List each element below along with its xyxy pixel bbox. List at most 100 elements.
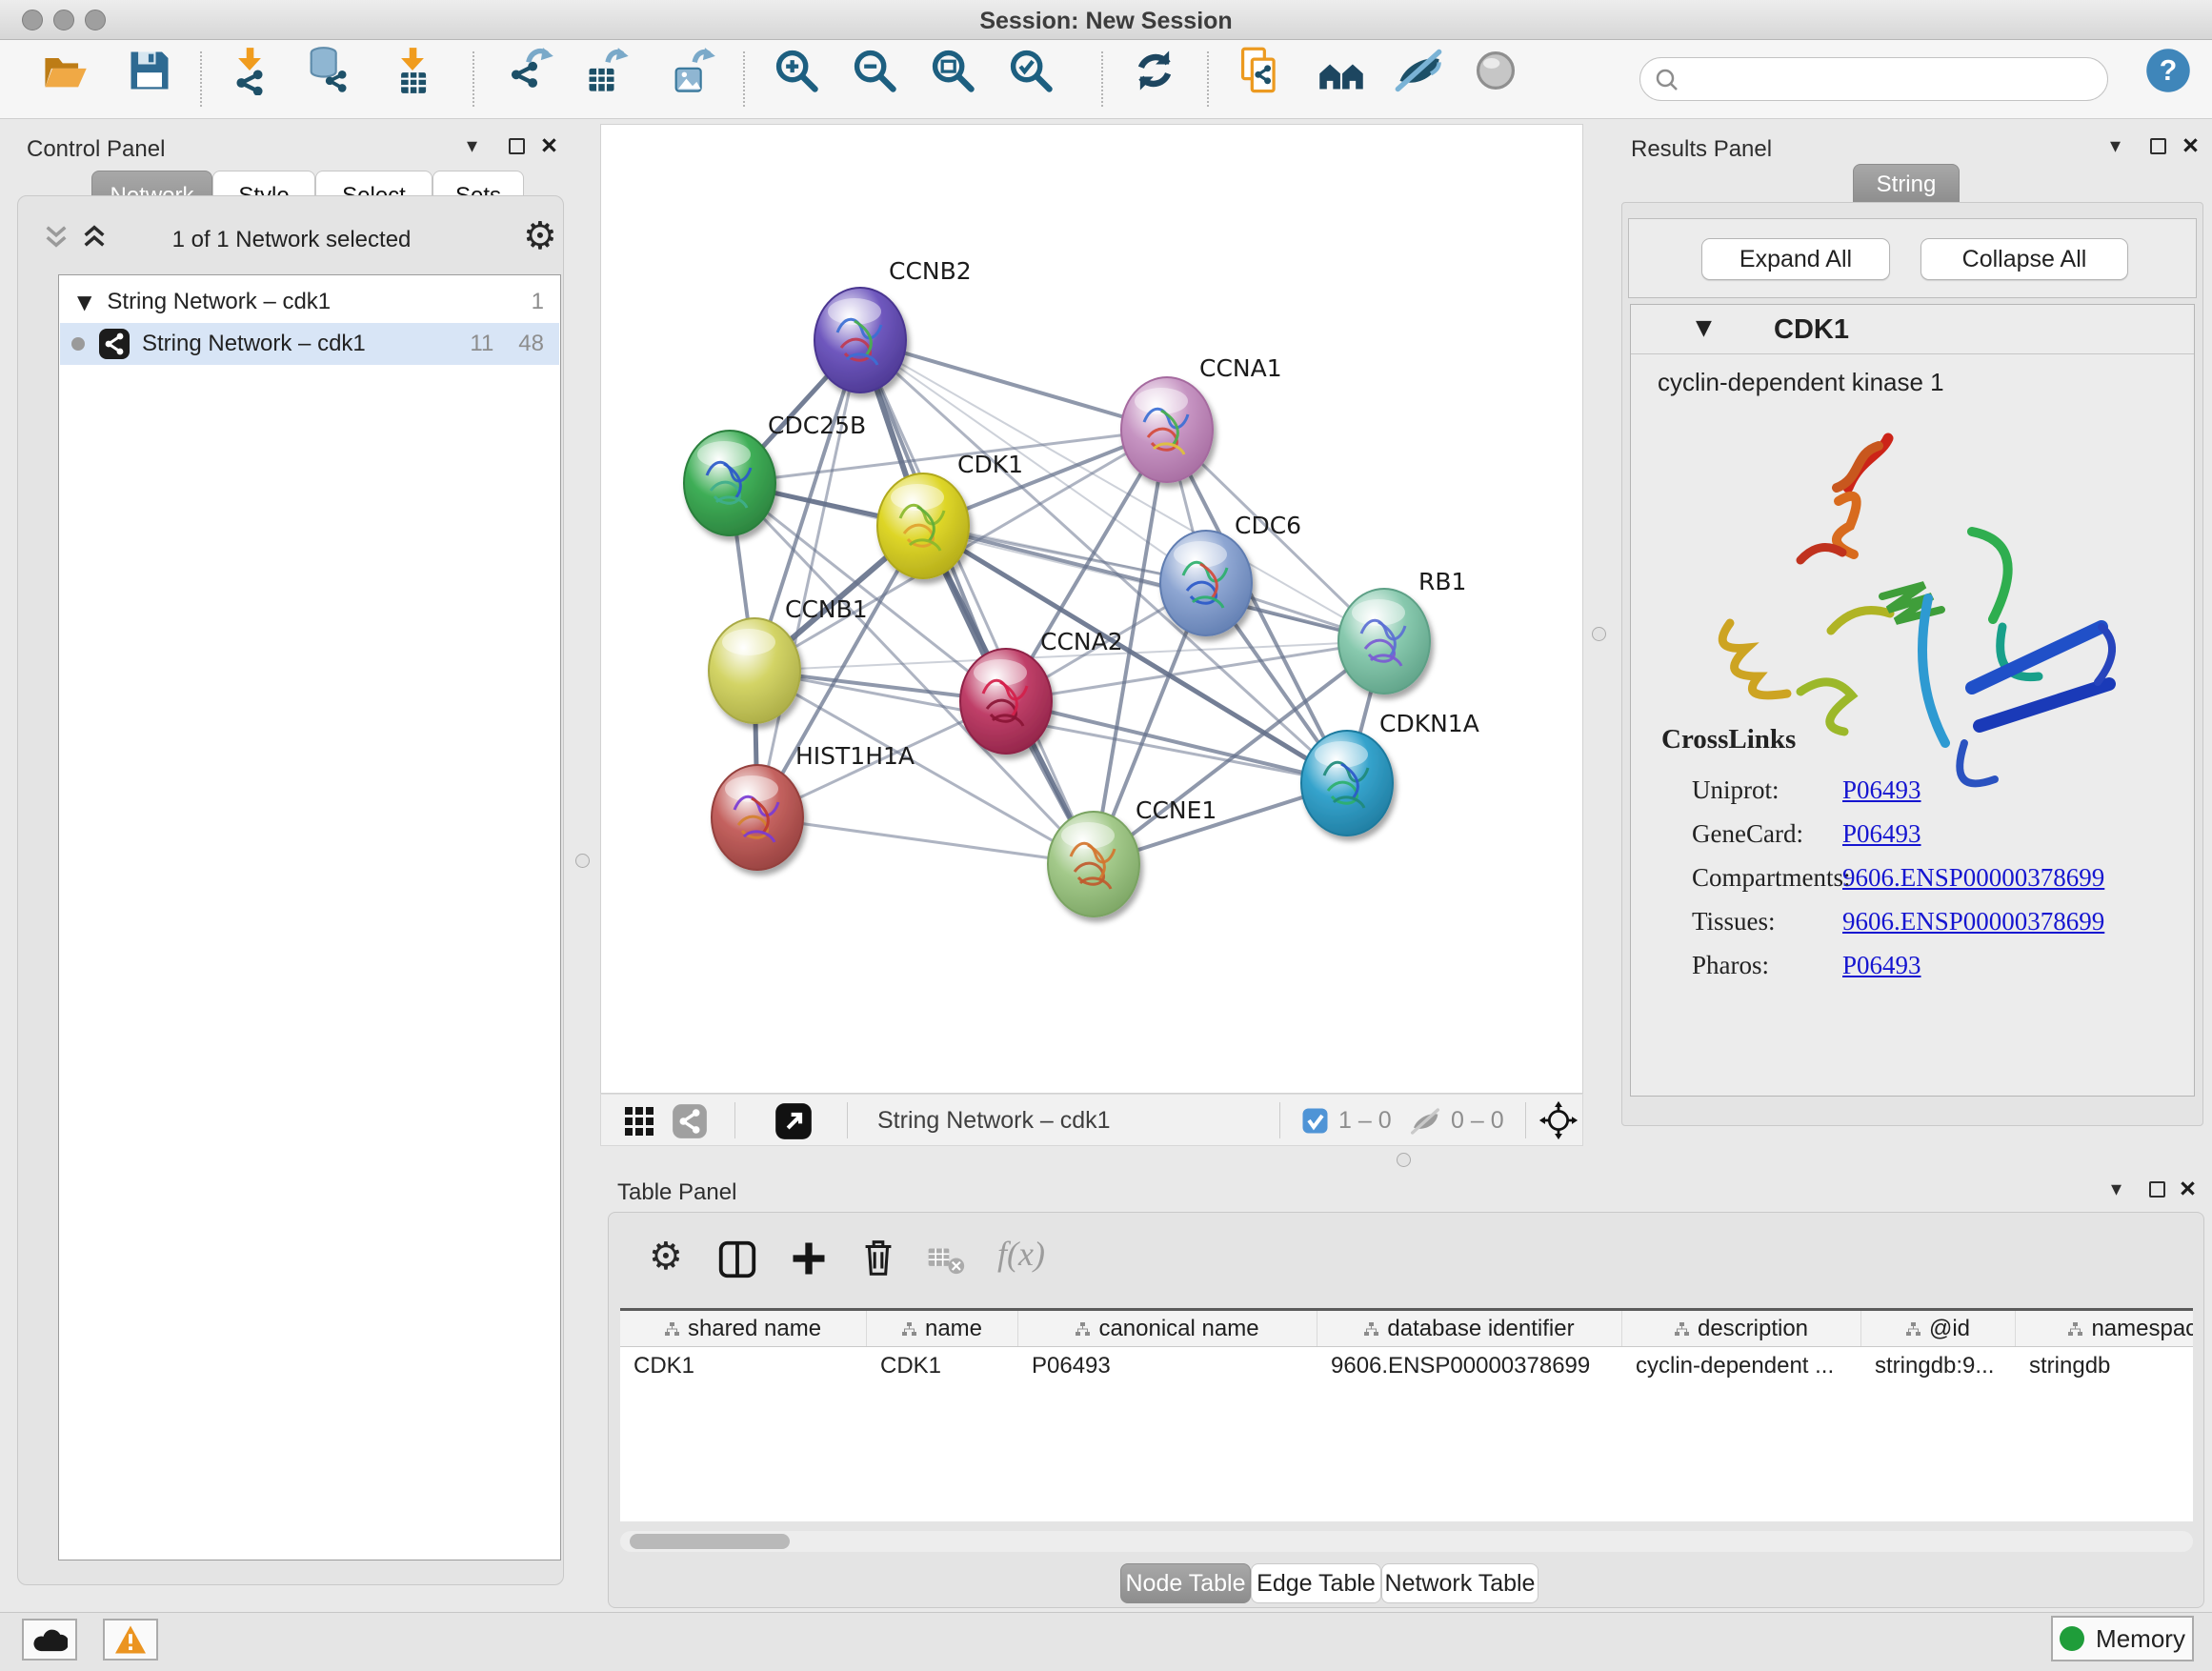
node-label-CDC6: CDC6 xyxy=(1235,512,1301,539)
column-header-database-identifier[interactable]: database identifier xyxy=(1317,1311,1622,1346)
table-panel-close-icon[interactable]: × xyxy=(2180,1179,2196,1198)
control-panel: Control Panel ▾ × Network Style Select S… xyxy=(0,119,581,1615)
clone-network-button[interactable] xyxy=(1236,46,1285,95)
protein-node-RB1[interactable]: RB1 xyxy=(1338,568,1466,694)
collection-count: 1 xyxy=(532,289,544,315)
hide-selected-button[interactable] xyxy=(1394,46,1443,95)
protein-node-CDC25B[interactable]: CDC25B xyxy=(684,412,866,535)
protein-node-CCNB1[interactable]: CCNB1 xyxy=(709,595,868,723)
help-button[interactable]: ? xyxy=(2143,46,2193,95)
column-header-label: namespace xyxy=(2091,1316,2193,1342)
tab-string-results[interactable]: String xyxy=(1853,164,1960,204)
grid-view-icon[interactable] xyxy=(624,1106,654,1137)
protein-node-CDKN1A[interactable]: CDKN1A xyxy=(1301,710,1479,836)
table-h-scrollbar-thumb[interactable] xyxy=(630,1534,790,1549)
column-header-description[interactable]: description xyxy=(1622,1311,1861,1346)
hidden-eye-icon[interactable] xyxy=(1409,1106,1441,1137)
zoom-in-button[interactable] xyxy=(772,46,821,95)
warning-status-button[interactable] xyxy=(103,1619,158,1661)
network-thumb-icon[interactable] xyxy=(672,1103,708,1139)
network-view-canvas[interactable]: CCNB2CCNA1CDC25BCDK1CDC6RB1CCNB1CCNA2CDK… xyxy=(600,124,1583,1094)
bottom-splitter-handle[interactable] xyxy=(1397,1153,1411,1167)
network-row-label: String Network – cdk1 xyxy=(142,331,366,357)
cloud-status-button[interactable] xyxy=(22,1619,77,1661)
import-network-button[interactable] xyxy=(225,46,274,95)
crosslink-value-link[interactable]: 9606.ENSP00000378699 xyxy=(1842,907,2104,936)
tab-node-table[interactable]: Node Table xyxy=(1120,1563,1251,1603)
right-splitter-handle[interactable] xyxy=(1592,627,1606,641)
network-row-selected[interactable]: String Network – cdk1 11 48 xyxy=(60,323,559,365)
gray-sphere-icon xyxy=(1471,46,1520,95)
column-header-namespace[interactable]: namespace xyxy=(2016,1311,2193,1346)
crosslink-value-link[interactable]: P06493 xyxy=(1842,951,1921,980)
export-table-button[interactable] xyxy=(583,46,633,95)
toolbar-separator xyxy=(743,51,745,107)
protein-node-CDK1[interactable]: CDK1 xyxy=(877,451,1023,578)
crosslink-value-link[interactable]: P06493 xyxy=(1842,775,1921,805)
control-panel-menu-icon[interactable]: ▾ xyxy=(467,134,477,158)
protein-node-CCNE1[interactable]: CCNE1 xyxy=(1048,796,1217,916)
column-header-label: name xyxy=(925,1316,982,1342)
open-in-window-icon[interactable] xyxy=(774,1102,813,1140)
crosslink-value-link[interactable]: P06493 xyxy=(1842,819,1921,849)
birds-eye-icon[interactable] xyxy=(1538,1100,1579,1140)
zoom-selected-button[interactable] xyxy=(1006,46,1056,95)
results-panel-float-icon[interactable] xyxy=(2150,138,2166,154)
window-title: Session: New Session xyxy=(0,8,2212,35)
table-cell: stringdb:9... xyxy=(1861,1347,2016,1385)
gene-section-header[interactable]: ▼ CDK1 xyxy=(1631,305,2194,354)
show-all-networks-button[interactable] xyxy=(1317,46,1366,95)
selected-checkbox-icon[interactable] xyxy=(1302,1108,1328,1134)
table-row[interactable]: CDK1CDK1P064939606.ENSP00000378699cyclin… xyxy=(620,1347,2193,1385)
protein-node-CCNA1[interactable]: CCNA1 xyxy=(1121,354,1282,482)
save-session-button[interactable] xyxy=(125,46,174,95)
left-splitter-handle[interactable] xyxy=(575,854,590,868)
export-network-button[interactable] xyxy=(506,46,555,95)
table-panel-menu-icon[interactable]: ▾ xyxy=(2111,1178,2122,1201)
tab-network-table[interactable]: Network Table xyxy=(1381,1563,1538,1603)
crosslink-value-link[interactable]: 9606.ENSP00000378699 xyxy=(1842,863,2104,893)
column-header-shared-name[interactable]: shared name xyxy=(620,1311,867,1346)
protein-node-HIST1H1A[interactable]: HIST1H1A xyxy=(712,742,915,870)
gene-collapse-icon[interactable]: ▼ xyxy=(1696,316,1712,340)
table-h-scrollbar-track[interactable] xyxy=(620,1531,2193,1552)
graphics-details-button[interactable] xyxy=(1471,46,1520,95)
memory-button[interactable]: Memory xyxy=(2051,1616,2194,1661)
results-panel: Results Panel ▾ × String Expand All Coll… xyxy=(1617,119,2212,1167)
node-table-container: ⚙ f(x) shared namenamecanonical namedata… xyxy=(608,1212,2204,1608)
zoom-fit-button[interactable] xyxy=(928,46,977,95)
column-header-name[interactable]: name xyxy=(867,1311,1018,1346)
zoom-out-button[interactable] xyxy=(850,46,899,95)
open-session-button[interactable] xyxy=(40,46,90,95)
import-table-button[interactable] xyxy=(388,46,437,95)
column-header--id[interactable]: @id xyxy=(1861,1311,2016,1346)
network-options-gear-icon[interactable]: ⚙ xyxy=(523,217,557,255)
protein-node-CCNB2[interactable]: CCNB2 xyxy=(814,257,972,393)
results-panel-menu-icon[interactable]: ▾ xyxy=(2110,134,2121,158)
add-column-icon[interactable] xyxy=(788,1238,830,1279)
tab-edge-table[interactable]: Edge Table xyxy=(1251,1563,1381,1603)
column-header-canonical-name[interactable]: canonical name xyxy=(1018,1311,1317,1346)
search-input[interactable] xyxy=(1690,62,2090,94)
export-image-button[interactable] xyxy=(668,46,717,95)
collapse-all-button[interactable]: Collapse All xyxy=(1920,238,2128,280)
select-columns-icon[interactable] xyxy=(715,1238,759,1281)
expand-all-button[interactable]: Expand All xyxy=(1701,238,1890,280)
delete-column-icon[interactable] xyxy=(856,1236,900,1279)
network-collection-row[interactable]: ▼ String Network – cdk1 1 xyxy=(60,281,559,323)
crosslink-label: GeneCard: xyxy=(1692,819,1842,849)
column-header-label: @id xyxy=(1929,1316,1970,1342)
collection-expand-icon[interactable]: ▼ xyxy=(77,291,91,313)
table-settings-gear-icon[interactable]: ⚙ xyxy=(649,1238,683,1276)
results-panel-close-icon[interactable]: × xyxy=(2182,136,2199,155)
crosslink-row: Uniprot:P06493 xyxy=(1692,768,2187,812)
control-panel-close-icon[interactable]: × xyxy=(541,136,557,155)
node-label-RB1: RB1 xyxy=(1418,568,1466,595)
table-panel-float-icon[interactable] xyxy=(2149,1181,2165,1198)
control-panel-float-icon[interactable] xyxy=(509,138,525,154)
cloud-icon xyxy=(31,1626,68,1653)
string-results-container: Expand All Collapse All ▼ CDK1 cyclin-de… xyxy=(1621,202,2203,1126)
import-database-button[interactable] xyxy=(303,46,352,95)
refresh-button[interactable] xyxy=(1130,46,1179,95)
column-header-label: database identifier xyxy=(1387,1316,1574,1342)
